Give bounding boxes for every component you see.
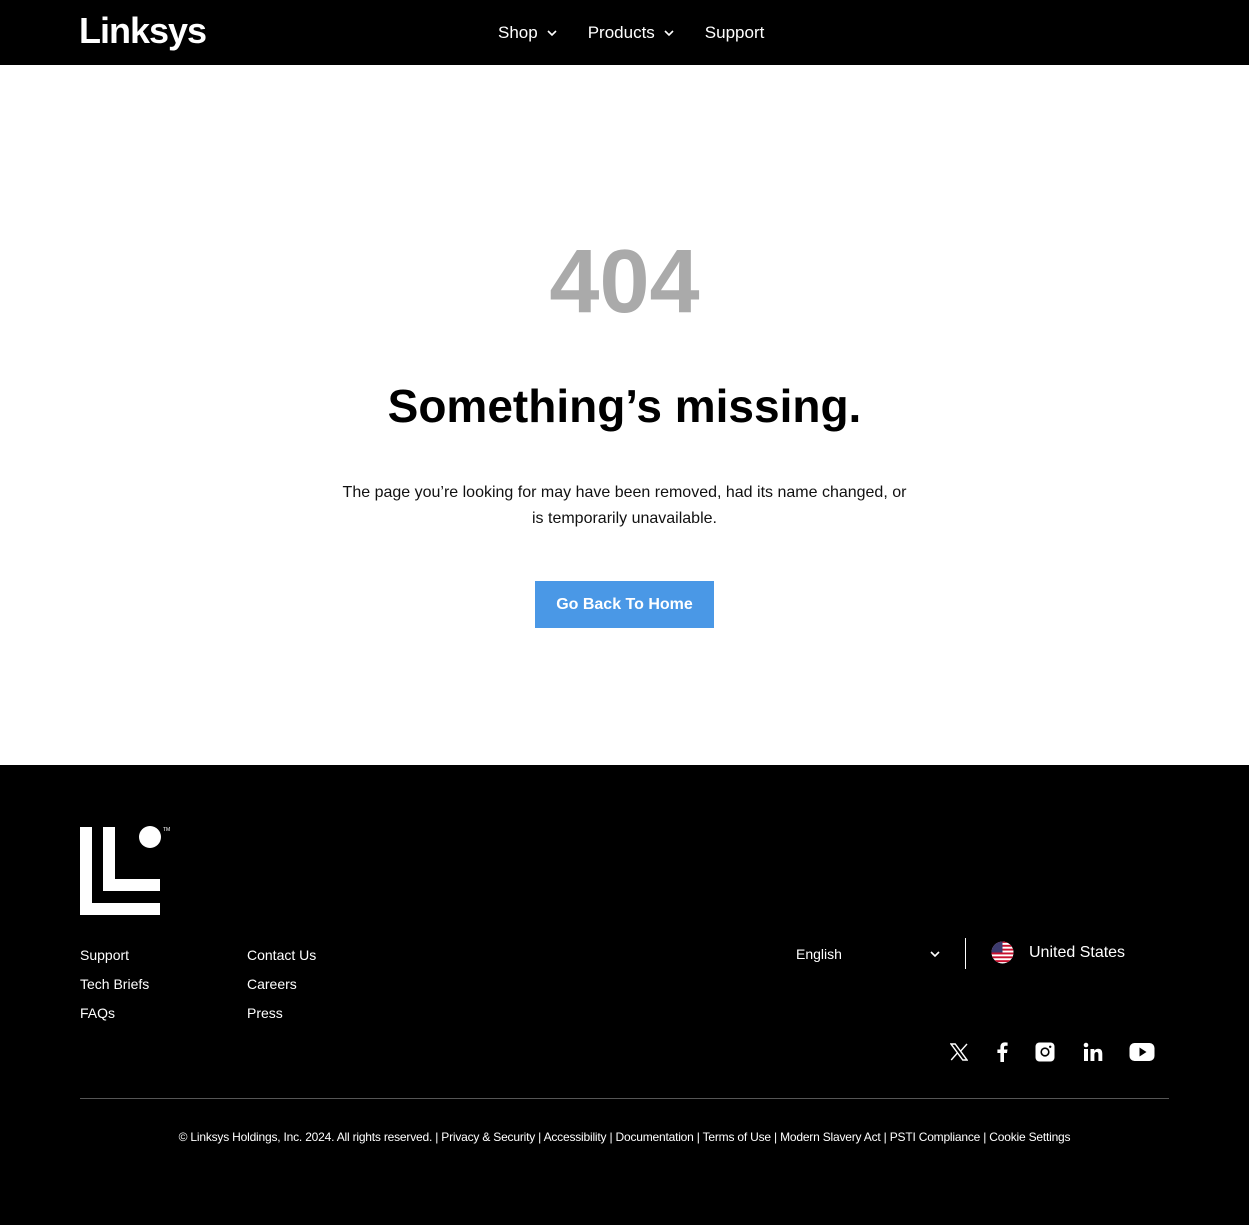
language-label: English <box>796 946 842 962</box>
country-label: United States <box>1029 943 1126 961</box>
footer-link-support[interactable]: Support <box>80 941 149 970</box>
chevron-down-icon <box>930 951 940 958</box>
instagram-icon[interactable] <box>1034 1040 1056 1064</box>
footer-link-contact-us[interactable]: Contact Us <box>247 941 316 970</box>
footer-link-tech-briefs[interactable]: Tech Briefs <box>80 970 149 999</box>
linksys-mark-logo[interactable]: TM <box>80 825 172 917</box>
divider <box>965 938 966 969</box>
chevron-down-icon <box>547 29 557 36</box>
legal-link-terms[interactable]: Terms of Use <box>703 1130 771 1144</box>
x-icon[interactable] <box>948 1040 970 1064</box>
youtube-icon[interactable] <box>1128 1040 1156 1064</box>
footer-links-col2: Contact Us Careers Press <box>247 941 316 1028</box>
linksys-logo[interactable]: Linksys <box>79 9 207 53</box>
nav-products-label: Products <box>587 22 655 42</box>
main-nav: Shop Products Support <box>498 0 764 65</box>
nav-support[interactable]: Support <box>705 23 765 43</box>
legal-link-accessibility[interactable]: Accessibility <box>544 1130 607 1144</box>
linkedin-icon[interactable] <box>1082 1040 1104 1064</box>
legal-bar: © Linksys Holdings, Inc. 2024. All right… <box>178 1130 1071 1144</box>
legal-link-modern-slavery[interactable]: Modern Slavery Act <box>780 1130 881 1144</box>
footer-links-col1: Support Tech Briefs FAQs <box>80 941 149 1028</box>
nav-shop-label: Shop <box>498 22 538 42</box>
error-code: 404 <box>549 232 700 332</box>
svg-text:TM: TM <box>163 827 170 833</box>
legal-link-privacy[interactable]: Privacy & Security <box>441 1130 535 1144</box>
nav-support-label: Support <box>704 22 765 42</box>
site-footer: TM Support Tech Briefs FAQs Contact Us C… <box>0 765 1249 1225</box>
language-select[interactable]: English <box>796 941 941 967</box>
footer-link-press[interactable]: Press <box>247 999 316 1028</box>
copyright-text: © Linksys Holdings, Inc. 2024. All right… <box>178 1130 433 1144</box>
go-home-button[interactable]: Go Back To Home <box>535 581 714 628</box>
legal-link-psti[interactable]: PSTI Compliance <box>890 1130 981 1144</box>
nav-shop[interactable]: Shop <box>498 23 558 43</box>
site-header: Linksys Shop Products Support <box>0 0 1249 65</box>
country-select[interactable]: United States <box>991 941 1125 964</box>
footer-link-careers[interactable]: Careers <box>247 970 316 999</box>
error-description: The page you’re looking for may have bee… <box>342 484 907 527</box>
footer-link-faqs[interactable]: FAQs <box>80 999 149 1028</box>
facebook-icon[interactable] <box>992 1040 1012 1064</box>
legal-link-documentation[interactable]: Documentation <box>616 1130 694 1144</box>
error-content: 404 Something’s missing. The page you’re… <box>0 65 1249 765</box>
us-flag-icon <box>991 941 1014 964</box>
page-title: Something’s missing. <box>387 380 862 432</box>
chevron-down-icon <box>664 29 674 36</box>
nav-products[interactable]: Products <box>588 23 675 43</box>
footer-divider <box>80 1098 1169 1099</box>
legal-link-cookie-settings[interactable]: Cookie Settings <box>989 1130 1070 1144</box>
